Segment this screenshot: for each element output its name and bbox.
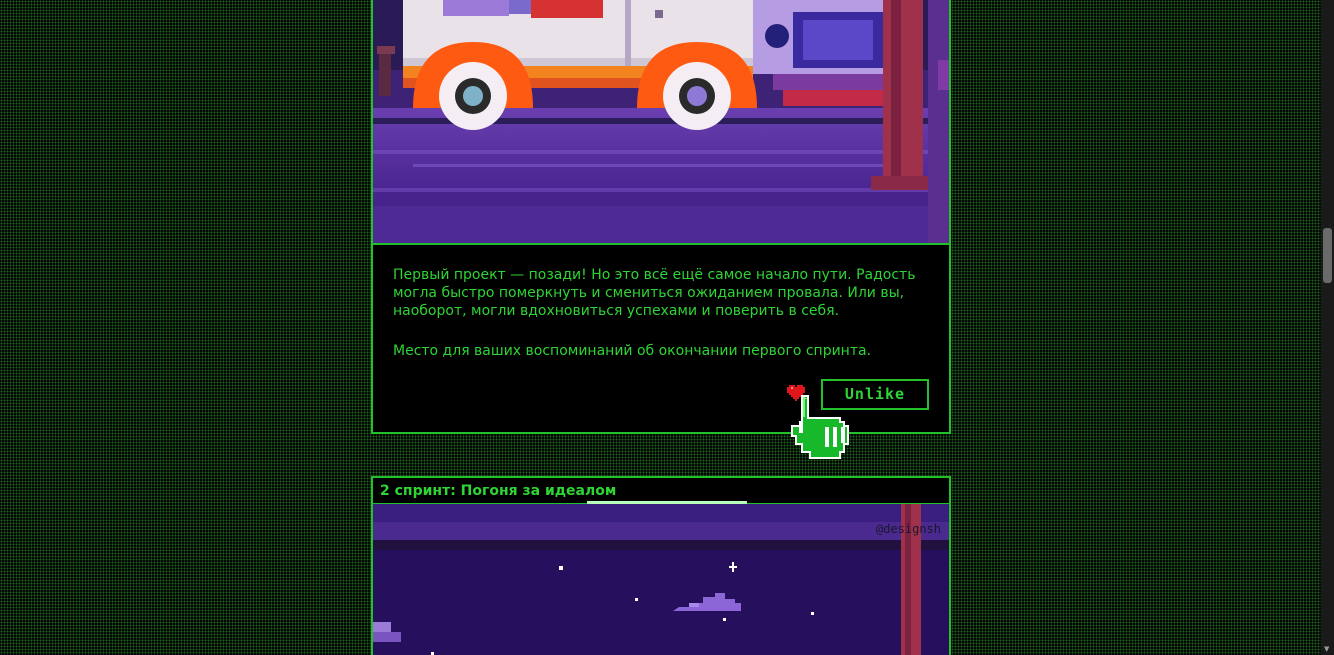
post-paragraph: Место для ваших воспоминаний об окончани… — [393, 343, 872, 359]
post-title: 2 спринт: Погоня за идеалом — [380, 483, 617, 499]
post-card: 2 спринт: Погоня за идеалом @designsh — [371, 476, 951, 655]
post-body: Первый проект — позади! Но это всё ещё с… — [371, 243, 951, 434]
post-image — [371, 0, 951, 244]
pixel-hand-cursor-icon — [787, 395, 853, 467]
post-image: @designsh — [371, 504, 951, 655]
post-card: Первый проект — позади! Но это всё ещё с… — [371, 0, 951, 434]
image-credit: @designsh — [875, 522, 941, 536]
scrollbar-thumb[interactable] — [1323, 228, 1332, 283]
post-paragraph: Первый проект — позади! Но это всё ещё с… — [393, 267, 916, 319]
page-scrollbar[interactable]: ▼ — [1321, 0, 1334, 655]
scroll-down-arrow-icon[interactable]: ▼ — [1324, 646, 1329, 653]
